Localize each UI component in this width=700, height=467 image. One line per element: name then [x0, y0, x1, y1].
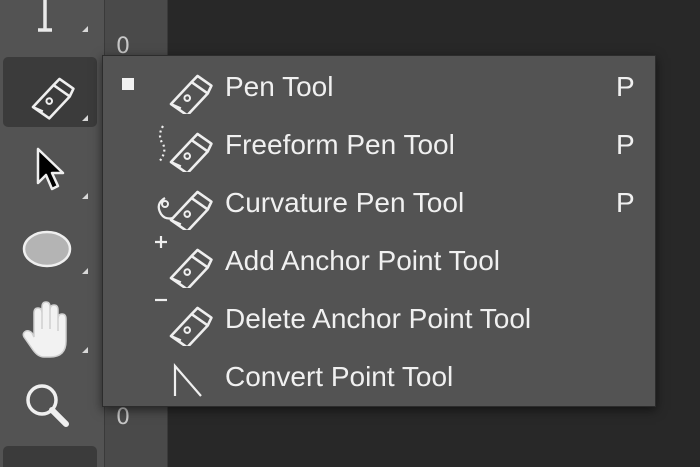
toolbar-bottom-button[interactable] [3, 446, 97, 467]
menu-item-pen-tool[interactable]: Pen Tool P [103, 58, 655, 116]
ruler-label-bottom: 0 [116, 405, 130, 430]
type-icon [38, 0, 88, 32]
tools-panel [0, 0, 104, 467]
menu-item-convert-point-tool[interactable]: Convert Point Tool [103, 348, 655, 406]
hand-icon [22, 301, 88, 358]
type-tool-button[interactable] [0, 0, 100, 40]
menu-item-label: Convert Point Tool [225, 361, 454, 392]
menu-item-add-anchor-point-tool[interactable]: Add Anchor Point Tool [103, 232, 655, 290]
freeform-pen-icon [158, 125, 218, 172]
menu-item-freeform-pen-tool[interactable]: Freeform Pen Tool P [103, 116, 655, 174]
menu-item-curvature-pen-tool[interactable]: Curvature Pen Tool P [103, 174, 655, 232]
arrow-icon [36, 147, 88, 199]
ellipse-icon [22, 230, 88, 274]
pen-icon [165, 72, 218, 114]
menu-item-shortcut: P [616, 71, 635, 102]
magnifier-icon [26, 384, 69, 427]
menu-item-label: Add Anchor Point Tool [225, 245, 501, 276]
menu-item-shortcut: P [616, 129, 635, 160]
menu-item-label: Delete Anchor Point Tool [225, 303, 532, 334]
path-selection-tool-button[interactable] [0, 137, 100, 207]
selected-indicator [122, 78, 134, 90]
zoom-tool-button[interactable] [0, 368, 100, 438]
pen-icon [27, 75, 88, 123]
menu-item-delete-anchor-point-tool[interactable]: Delete Anchor Point Tool [103, 290, 655, 348]
add-anchor-point-icon [155, 236, 218, 288]
delete-anchor-point-icon [155, 298, 218, 346]
menu-item-shortcut: P [616, 187, 635, 218]
pen-tool-button[interactable] [3, 57, 97, 127]
convert-point-icon [173, 363, 202, 397]
menu-item-label: Curvature Pen Tool [225, 187, 465, 218]
hand-tool-button[interactable] [0, 295, 100, 365]
pen-tools-flyout-menu: Pen Tool P Freeform Pen Tool P Curvature… [102, 55, 656, 407]
menu-item-label: Pen Tool [225, 71, 334, 102]
menu-item-label: Freeform Pen Tool [225, 129, 455, 160]
ellipse-tool-button[interactable] [0, 212, 100, 282]
curvature-pen-icon [157, 188, 218, 230]
